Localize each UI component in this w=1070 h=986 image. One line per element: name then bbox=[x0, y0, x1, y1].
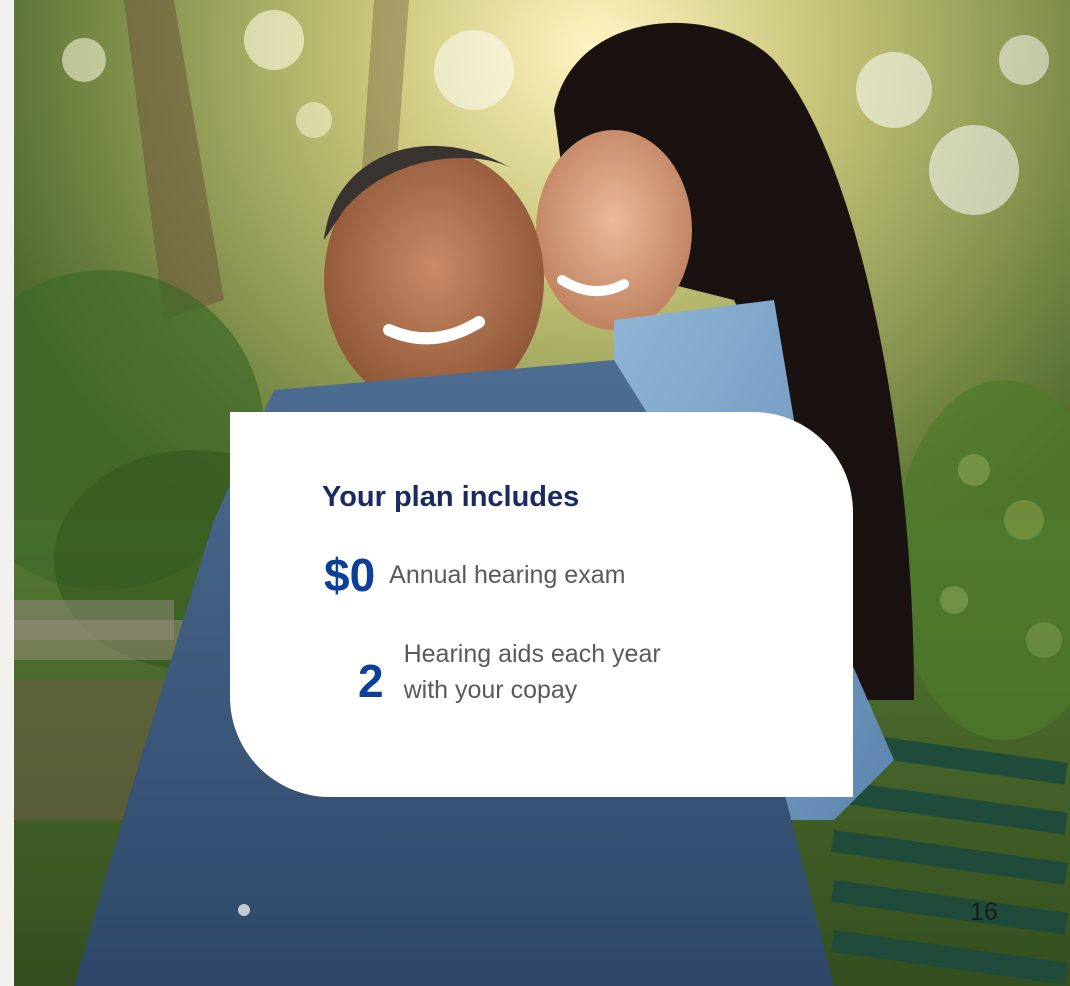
benefit-amount: $0 bbox=[324, 549, 376, 601]
page-margin bbox=[0, 0, 14, 986]
benefit-description: Annual hearing exam bbox=[389, 561, 626, 589]
benefit-description: Hearing aids each year with your copay bbox=[404, 636, 661, 708]
benefit-hearing-exam: $0 Annual hearing exam bbox=[324, 550, 625, 600]
benefit-hearing-aids: 2 Hearing aids each year with your copay bbox=[358, 636, 661, 708]
page-number: 16 bbox=[970, 898, 998, 926]
card-title: Your plan includes bbox=[322, 481, 580, 513]
benefit-description-line: with your copay bbox=[403, 676, 578, 704]
benefit-description-line: Hearing aids each year bbox=[403, 640, 661, 668]
plan-benefits-card: Your plan includes $0 Annual hearing exa… bbox=[230, 412, 853, 797]
benefit-amount: 2 bbox=[358, 655, 384, 707]
brochure-page: Your plan includes $0 Annual hearing exa… bbox=[0, 0, 1070, 986]
